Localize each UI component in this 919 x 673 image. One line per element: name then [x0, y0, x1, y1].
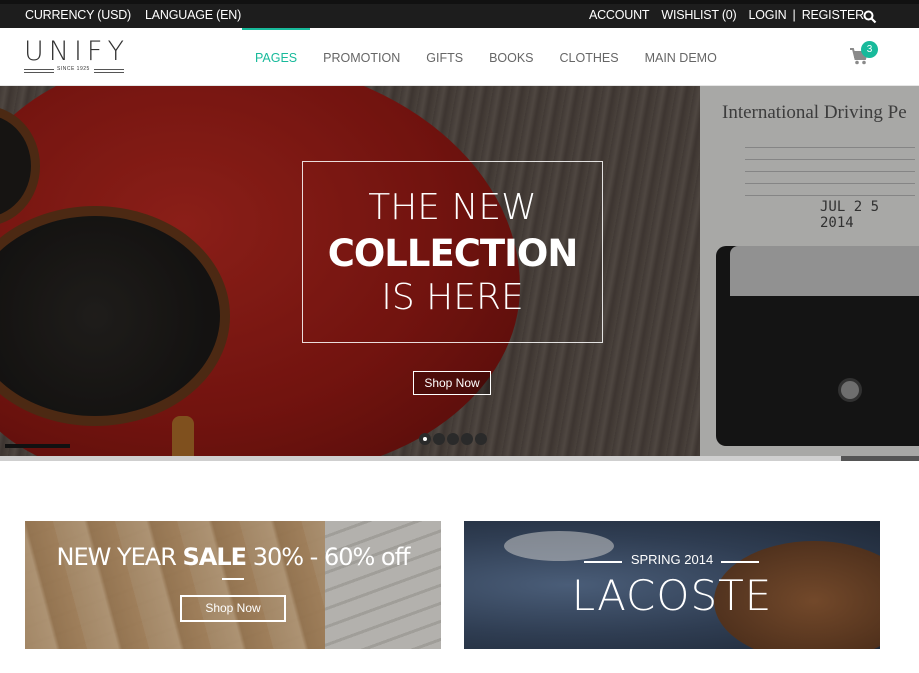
search-icon[interactable]: [863, 10, 877, 24]
nav-item-promotion[interactable]: PROMOTION: [310, 28, 413, 86]
sale-banner-shop-now-button[interactable]: Shop Now: [180, 595, 286, 622]
nav-item-gifts[interactable]: GIFTS: [413, 28, 476, 86]
logo-text: UNIFY: [24, 36, 129, 67]
slider-dots: [419, 433, 487, 445]
nav-item-clothes[interactable]: CLOTHES: [547, 28, 632, 86]
slider-progress-bar: [0, 456, 919, 461]
slider-dot-5[interactable]: [475, 433, 487, 445]
sale-banner-title: NEW YEAR SALE 30% - 60% off: [56, 543, 410, 571]
slider-dot-1[interactable]: [419, 433, 431, 445]
hero-line-3: IS HERE: [381, 277, 524, 318]
hero-line-2: COLLECTION: [327, 232, 579, 275]
slider-dot-4[interactable]: [461, 433, 473, 445]
sale-banner[interactable]: NEW YEAR SALE 30% - 60% off Shop Now: [25, 521, 441, 649]
top-bar-left: CURRENCY (USD) LANGUAGE (EN): [25, 8, 241, 22]
hero-shop-now-button[interactable]: Shop Now: [413, 371, 491, 395]
site-logo[interactable]: UNIFY SINCE 1925: [24, 38, 124, 74]
lacoste-banner-rule-right: [721, 561, 759, 563]
top-bar: CURRENCY (USD) LANGUAGE (EN) ACCOUNT WIS…: [0, 0, 919, 28]
lacoste-banner[interactable]: SPRING 2014 LACOSTE: [464, 521, 880, 649]
register-link[interactable]: REGISTER: [802, 8, 865, 22]
top-bar-right: ACCOUNT WISHLIST (0) LOGIN | REGISTER: [589, 8, 864, 22]
logo-since-text: SINCE 1925: [57, 66, 90, 72]
hero-slider[interactable]: International Driving Pe JUL 2 5 2014 TH…: [0, 86, 919, 461]
lacoste-banner-subtitle: SPRING 2014: [630, 552, 714, 567]
logo-since: SINCE 1925: [24, 66, 124, 75]
nav-item-pages[interactable]: PAGES: [242, 28, 311, 86]
nav-item-main-demo[interactable]: MAIN DEMO: [632, 28, 730, 86]
currency-selector[interactable]: CURRENCY (USD): [25, 8, 131, 22]
slider-progress-fill: [0, 456, 841, 461]
main-header: UNIFY SINCE 1925 PAGES PROMOTION GIFTS BOOK…: [0, 28, 919, 86]
hero-headline-box: THE NEW COLLECTION IS HERE: [302, 161, 603, 343]
cart-count-badge: 3: [861, 41, 878, 58]
account-link[interactable]: ACCOUNT: [589, 8, 650, 22]
wishlist-link[interactable]: WISHLIST (0): [661, 8, 736, 22]
language-selector[interactable]: LANGUAGE (EN): [145, 8, 241, 22]
login-link[interactable]: LOGIN: [749, 8, 787, 22]
login-register-separator: |: [792, 8, 796, 22]
nav-item-books[interactable]: BOOKS: [476, 28, 546, 86]
hero-line-1: THE NEW: [368, 187, 537, 228]
sale-banner-divider: [222, 578, 244, 580]
lacoste-banner-title: LACOSTE: [571, 571, 773, 620]
slider-dot-2[interactable]: [433, 433, 445, 445]
slider-dot-3[interactable]: [447, 433, 459, 445]
main-nav: PAGES PROMOTION GIFTS BOOKS CLOTHES MAIN DEMO: [242, 28, 730, 86]
